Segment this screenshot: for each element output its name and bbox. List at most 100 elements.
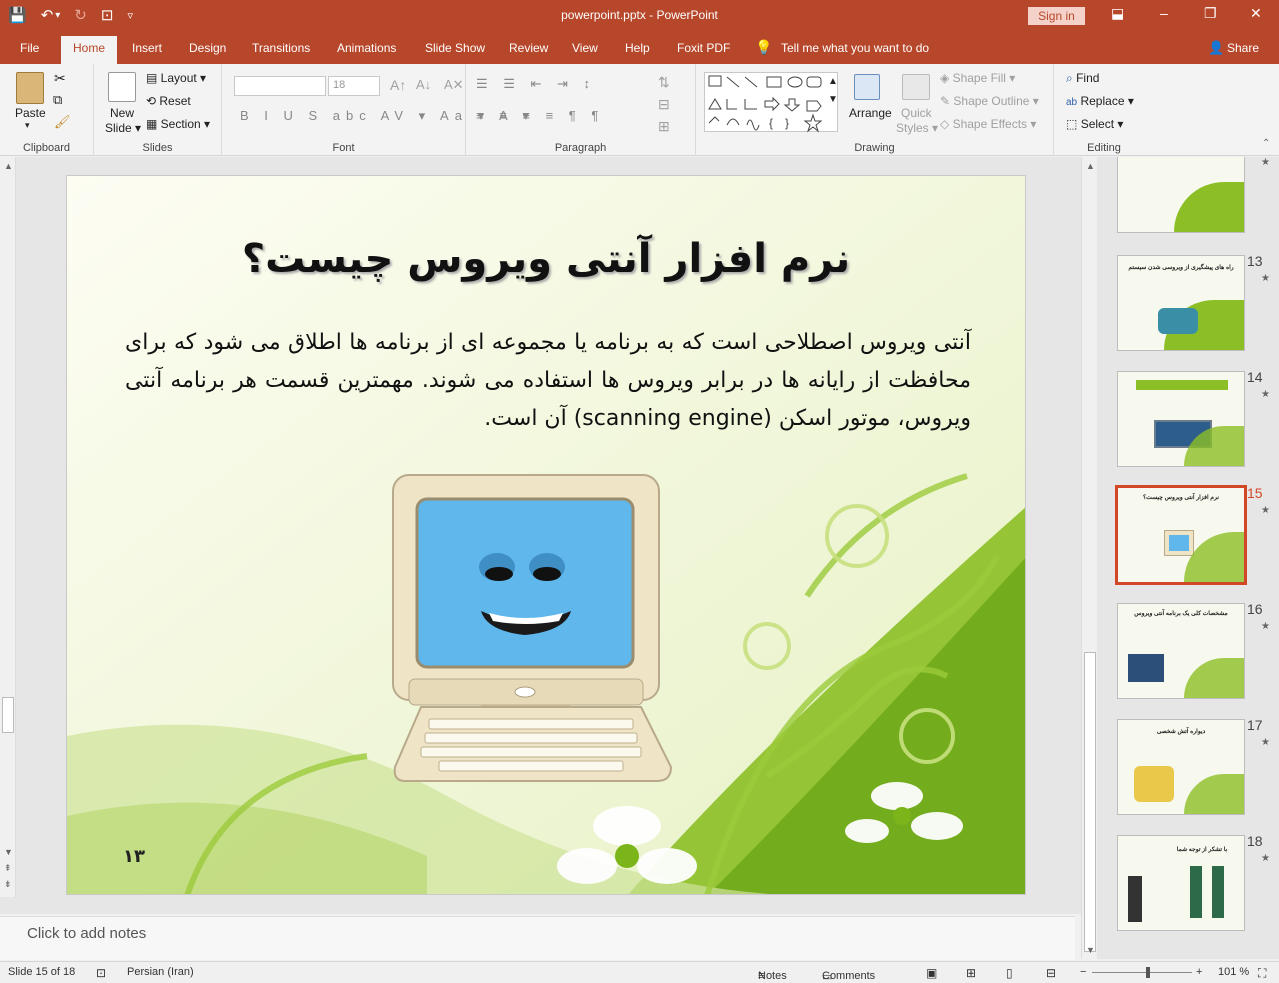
slide-number: ۱۳ <box>123 846 145 867</box>
tab-design[interactable]: Design <box>189 41 226 55</box>
thumb-title: با تشکر از توجه شما <box>1176 847 1228 853</box>
editor-scroll-thumb[interactable] <box>2 697 14 733</box>
thumbnail-scroll-up-icon[interactable]: ▲ <box>1086 161 1095 171</box>
paragraph-group-label: Paragraph <box>554 142 607 154</box>
scroll-up-icon[interactable]: ▲ <box>4 161 13 171</box>
shapes-gallery[interactable]: {} <box>704 72 838 133</box>
align-text-icon[interactable]: ⊟ <box>658 96 670 113</box>
paste-dropdown-icon[interactable]: ▾ <box>25 120 30 131</box>
zoom-slider[interactable] <box>1092 967 1192 978</box>
slide-canvas[interactable]: نرم افزار آنتی ویروس چیست؟ آنتی ویروس اص… <box>66 175 1026 895</box>
slide-thumbnail-15-selected[interactable]: نرم افزار آنتی ویروس چیست؟ <box>1115 485 1247 585</box>
animation-star-icon: ★ <box>1261 505 1270 516</box>
zoom-level[interactable]: 101 % <box>1218 966 1249 978</box>
layout-button[interactable]: ▤ Layout ▾ <box>146 71 206 85</box>
cartoon-computer-image[interactable] <box>389 471 673 786</box>
tab-slide-show[interactable]: Slide Show <box>425 41 485 55</box>
spelling-icon[interactable]: ⊡ <box>96 966 106 980</box>
find-button[interactable]: ⌕ Find <box>1066 71 1099 86</box>
sign-in-button[interactable]: Sign in <box>1028 7 1085 25</box>
slide-thumbnail-18[interactable]: با تشکر از توجه شما <box>1117 835 1245 931</box>
paragraph-row-1[interactable]: ☰ ☰ ⇤ ⇥ ↕ <box>476 76 596 92</box>
thumbnail-scrollbar[interactable]: ▲ ▼ <box>1081 157 1097 959</box>
tab-home[interactable]: Home <box>61 36 118 64</box>
thumb-decoration <box>1184 658 1244 698</box>
slide-body-text[interactable]: آنتی ویروس اصطلاحی است که به برنامه یا م… <box>125 324 971 438</box>
thumb-title: دیواره آتش شخصی <box>1156 729 1206 735</box>
font-name-combo[interactable] <box>234 76 326 96</box>
shape-outline-button[interactable]: ✎ Shape Outline ▾ <box>940 94 1039 108</box>
shrink-font-icon[interactable]: A↓ <box>416 77 431 92</box>
restore-button[interactable]: ❐ <box>1204 5 1217 22</box>
quick-styles-dropdown[interactable]: Styles ▾ <box>896 121 938 135</box>
cut-icon[interactable]: ✂ <box>54 70 66 87</box>
editing-group: ⌕ Find ab Replace ▾ ⬚ Select ▾ Editing <box>1054 64 1154 156</box>
quick-styles-button[interactable]: Quick <box>901 106 932 120</box>
minimize-button[interactable]: – <box>1160 5 1168 21</box>
slide-sorter-icon[interactable]: ⊞ <box>966 966 976 980</box>
arrange-button[interactable]: Arrange <box>849 106 892 120</box>
shape-fill-button[interactable]: ◈ Shape Fill ▾ <box>940 71 1015 85</box>
text-direction-icon[interactable]: ⇅ <box>658 74 670 91</box>
tab-review[interactable]: Review <box>509 41 548 55</box>
slide-thumbnail-12[interactable] <box>1117 157 1245 233</box>
replace-button[interactable]: ab Replace ▾ <box>1066 94 1134 108</box>
shapes-scroll-icon[interactable]: ▲ <box>828 76 838 87</box>
ribbon-display-options-icon[interactable]: ⬓ <box>1111 5 1124 22</box>
notes-pane[interactable]: Click to add notes <box>0 916 1075 960</box>
tab-transitions[interactable]: Transitions <box>252 41 310 55</box>
language-indicator[interactable]: Persian (Iran) <box>127 966 194 978</box>
zoom-slider-thumb[interactable] <box>1146 967 1150 978</box>
normal-view-icon[interactable]: ▣ <box>926 966 937 980</box>
fit-to-window-icon[interactable]: ⛶ <box>1258 966 1266 981</box>
thumbnail-scroll-down-icon[interactable]: ▼ <box>1086 945 1095 955</box>
previous-slide-icon[interactable]: ⇞ <box>4 863 12 874</box>
editor-scrollbar[interactable]: ▲ ▼ ⇞ ⇟ <box>0 157 16 897</box>
scroll-down-icon[interactable]: ▼ <box>4 847 13 857</box>
new-slide-button[interactable]: New <box>110 106 134 120</box>
tab-animations[interactable]: Animations <box>337 41 396 55</box>
format-painter-icon[interactable]: 🖌 <box>54 114 71 130</box>
arrange-icon[interactable] <box>854 74 880 100</box>
zoom-in-button[interactable]: + <box>1196 966 1202 978</box>
tab-view[interactable]: View <box>572 41 598 55</box>
clear-formatting-icon[interactable]: A✕ <box>444 77 464 93</box>
ribbon-tabs: File Home Insert Design Transitions Anim… <box>0 32 1279 64</box>
tell-me-search[interactable]: Tell me what you want to do <box>781 41 929 55</box>
shape-effects-label: Shape Effects ▾ <box>952 117 1037 131</box>
new-slide-icon[interactable] <box>108 72 136 102</box>
notes-placeholder[interactable]: Click to add notes <box>27 925 146 942</box>
grow-font-icon[interactable]: A↑ <box>390 77 406 93</box>
copy-icon[interactable]: ⧉ <box>53 92 62 108</box>
tab-foxit-pdf[interactable]: Foxit PDF <box>677 41 730 55</box>
next-slide-icon[interactable]: ⇟ <box>4 879 12 890</box>
reading-view-icon[interactable]: ▯ <box>1006 966 1013 980</box>
shapes-more-icon[interactable]: ▼ <box>828 94 838 105</box>
share-button[interactable]: Share <box>1227 41 1259 55</box>
slide-thumbnail-13[interactable]: راه های پیشگیری از ویروسی شدن سیستم <box>1117 255 1245 351</box>
tab-help[interactable]: Help <box>625 41 650 55</box>
animation-star-icon: ★ <box>1261 621 1270 632</box>
slide-thumbnail-16[interactable]: مشخصات کلی یک برنامه آنتی ویروس <box>1117 603 1245 699</box>
shape-effects-button[interactable]: ◇ Shape Effects ▾ <box>940 117 1036 131</box>
tab-insert[interactable]: Insert <box>132 41 162 55</box>
tab-file[interactable]: File <box>20 41 39 55</box>
close-button[interactable]: ✕ <box>1250 5 1262 22</box>
thumbnail-scroll-thumb[interactable] <box>1084 652 1096 952</box>
slide-thumbnail-17[interactable]: دیواره آتش شخصی <box>1117 719 1245 815</box>
slide-title[interactable]: نرم افزار آنتی ویروس چیست؟ <box>67 236 1025 282</box>
smartart-icon[interactable]: ⊞ <box>658 118 670 135</box>
select-button[interactable]: ⬚ Select ▾ <box>1066 117 1123 131</box>
paste-button[interactable]: Paste <box>15 106 46 120</box>
zoom-out-button[interactable]: − <box>1080 966 1086 978</box>
paragraph-row-2[interactable]: ≡ ≡ ≡ ≡ ¶ ¶ <box>476 108 604 123</box>
new-slide-dropdown[interactable]: Slide ▾ <box>105 121 141 135</box>
paste-icon[interactable] <box>16 72 44 104</box>
slide-thumbnail-14[interactable] <box>1117 371 1245 467</box>
quick-styles-icon[interactable] <box>902 74 930 100</box>
section-button[interactable]: ▦ Section ▾ <box>146 117 210 131</box>
reset-button[interactable]: ⟲ Reset <box>146 94 191 108</box>
slide-show-icon[interactable]: ⊟ <box>1046 966 1056 980</box>
collapse-ribbon-icon[interactable]: ⌃ <box>1262 138 1270 149</box>
font-size-combo[interactable]: 18 <box>328 76 380 96</box>
